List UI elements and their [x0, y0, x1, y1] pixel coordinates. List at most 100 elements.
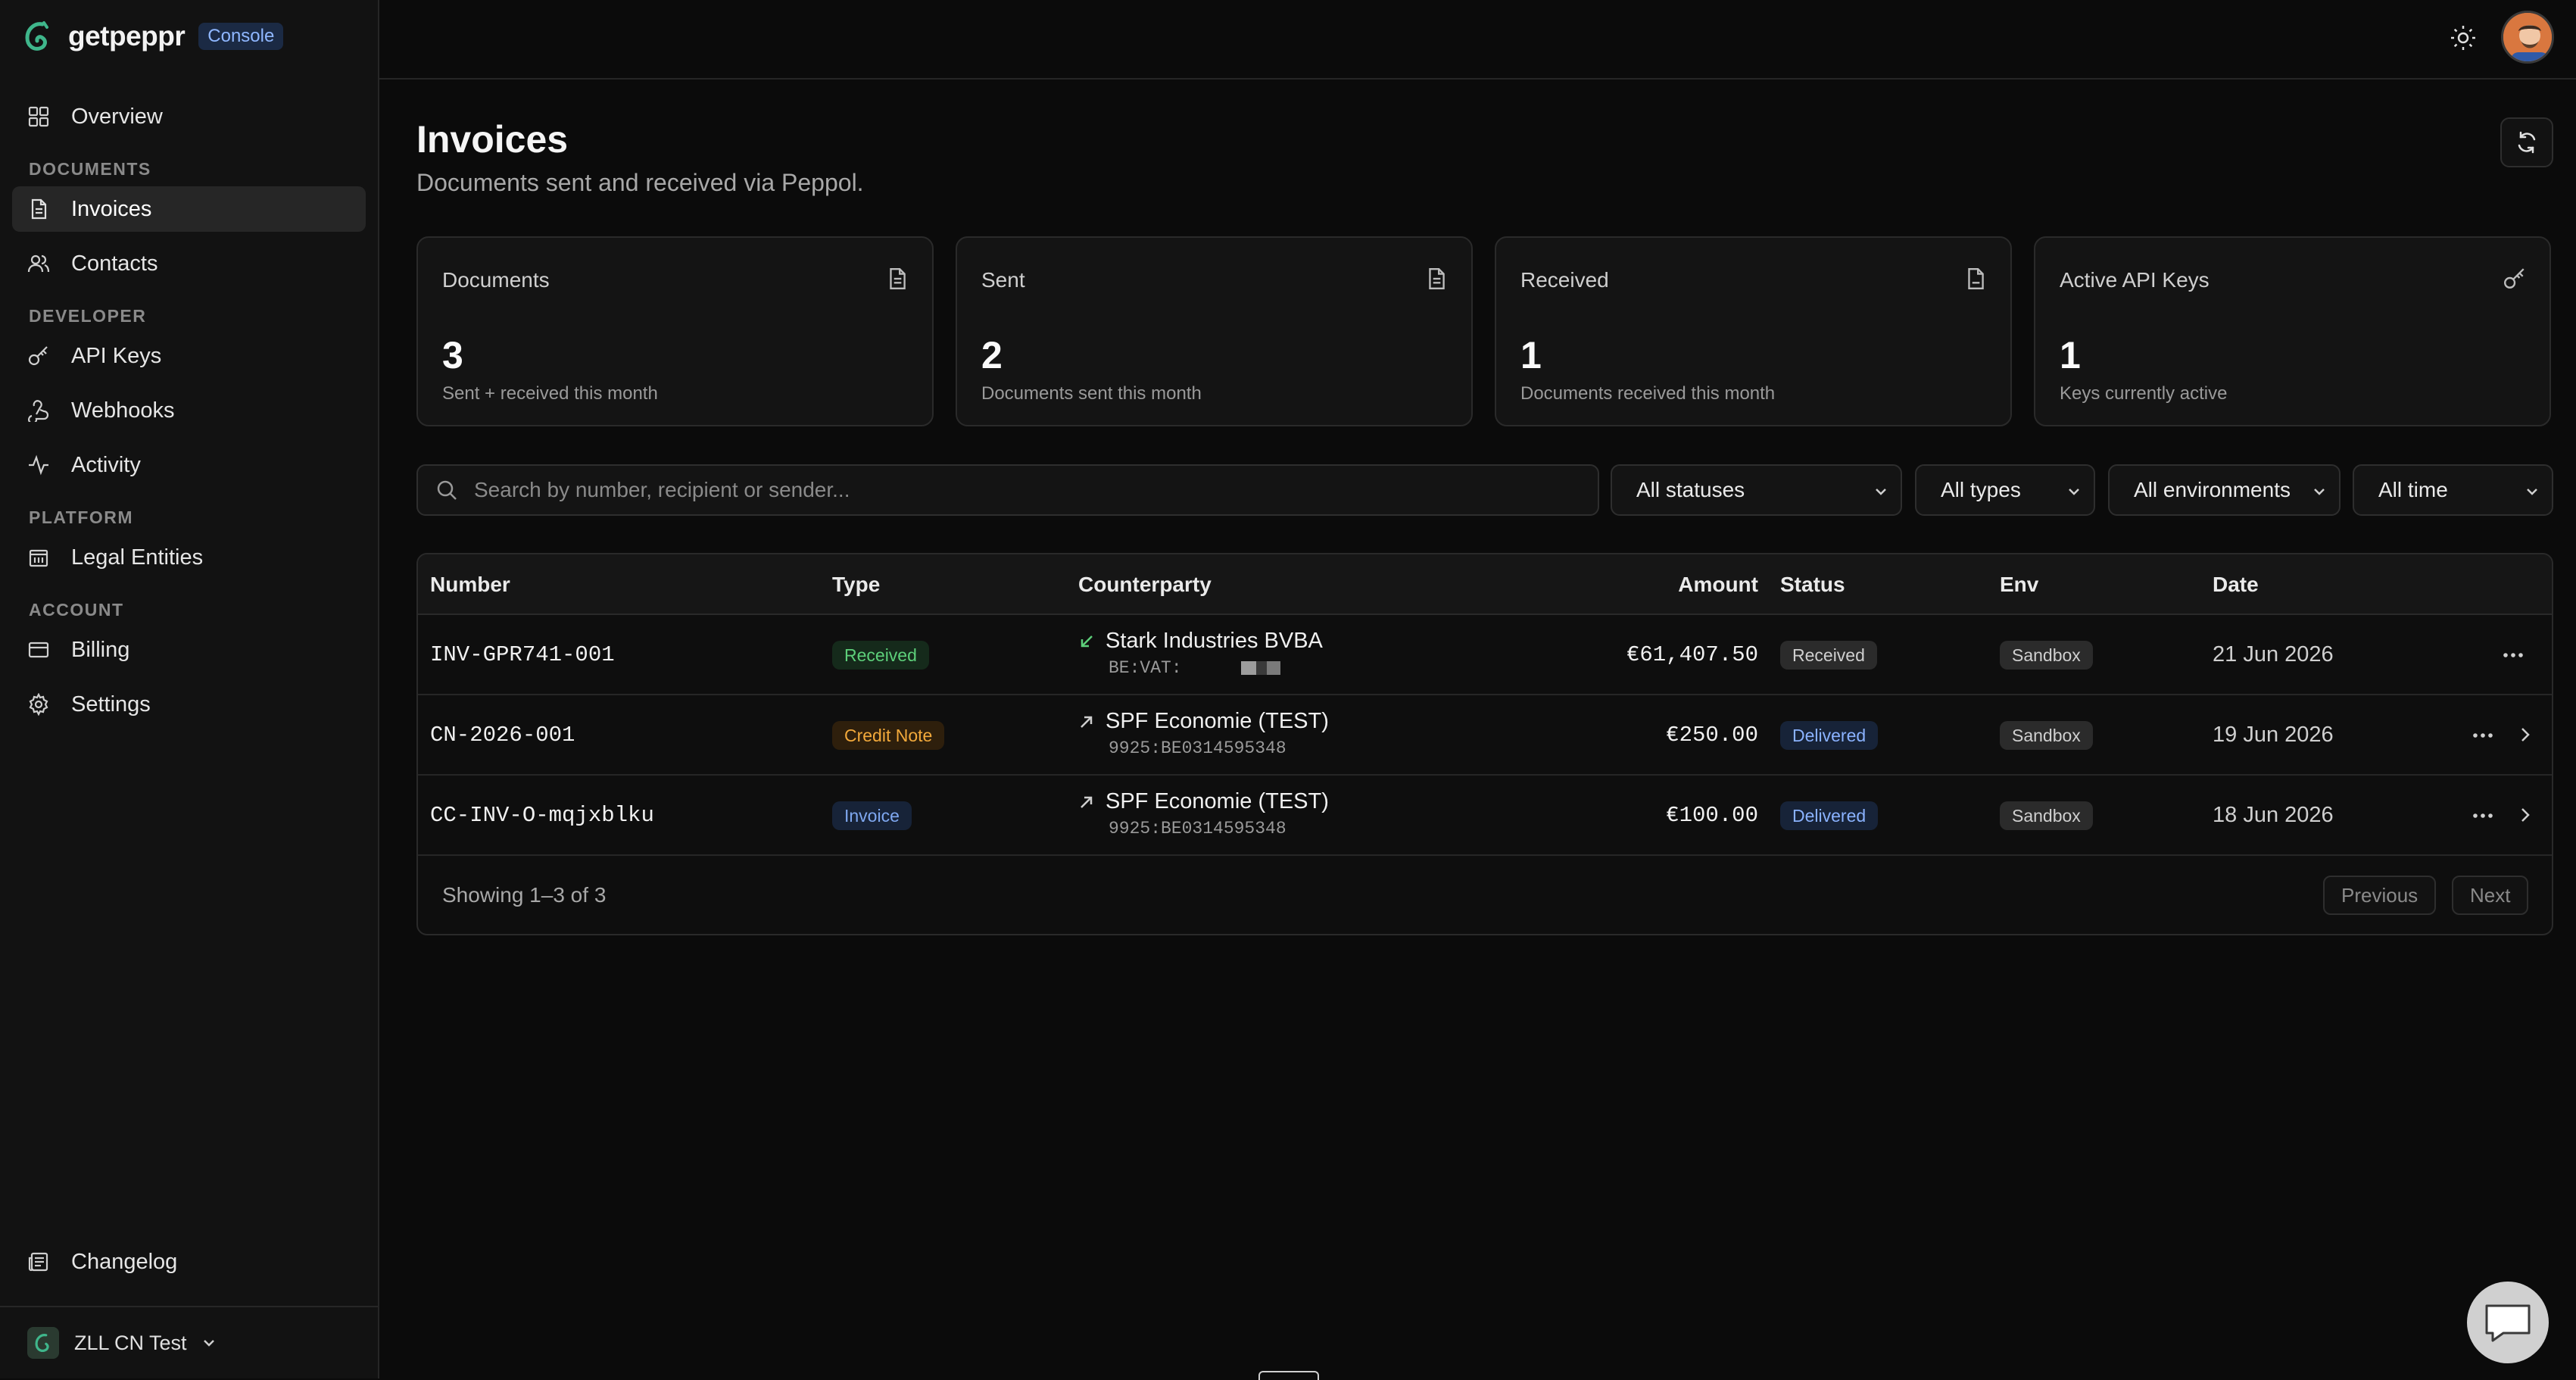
- stat-note: Keys currently active: [2060, 383, 2228, 404]
- counterparty-cell: SPF Economie (TEST) 9925:BE0314595348: [1078, 789, 1329, 838]
- env-badge: Sandbox: [2000, 801, 2093, 830]
- sun-icon[interactable]: [2448, 23, 2478, 53]
- newspaper-icon: [28, 1252, 48, 1272]
- sidebar-item-changelog[interactable]: Changelog: [12, 1239, 366, 1285]
- environment-filter-select[interactable]: All environments: [2108, 464, 2341, 516]
- stats-row: Documents 3 Sent + received this month S…: [416, 236, 2551, 426]
- avatar[interactable]: [2501, 11, 2554, 64]
- arrow-up-right-icon: [1081, 796, 1093, 808]
- status-badge: Received: [1780, 641, 1877, 670]
- console-badge: Console: [198, 23, 284, 50]
- column-header-status[interactable]: Status: [1780, 573, 1845, 597]
- column-header-type[interactable]: Type: [832, 573, 880, 597]
- type-badge: Invoice: [832, 801, 912, 830]
- org-switcher[interactable]: ZLL CN Test: [0, 1306, 378, 1378]
- stat-card-documents: Documents 3 Sent + received this month: [416, 236, 934, 426]
- next-button[interactable]: Next: [2452, 876, 2529, 915]
- stat-title: Received: [1520, 268, 1609, 292]
- stat-card-sent: Sent 2 Documents sent this month: [956, 236, 1473, 426]
- sidebar-item-billing[interactable]: Billing: [12, 627, 366, 673]
- sidebar-item-label: Invoices: [71, 196, 152, 221]
- sidebar-item-contacts[interactable]: Contacts: [12, 241, 366, 286]
- time-filter-value: All time: [2378, 478, 2448, 501]
- org-logo-icon: [27, 1327, 59, 1359]
- previous-button[interactable]: Previous: [2323, 876, 2437, 915]
- more-horizontal-icon[interactable]: [2500, 644, 2526, 667]
- env-badge: Sandbox: [2000, 641, 2093, 670]
- sidebar-item-label: Activity: [71, 452, 141, 477]
- table-row[interactable]: CC-INV-O-mqjxblku Invoice SPF Economie (…: [418, 776, 2552, 856]
- stat-value: 3: [442, 334, 463, 376]
- org-name: ZLL CN Test: [74, 1331, 187, 1354]
- column-header-counterparty[interactable]: Counterparty: [1078, 573, 1212, 597]
- date: 21 Jun 2026: [2213, 642, 2334, 667]
- page-title: Invoices: [416, 118, 569, 161]
- sidebar-item-webhooks[interactable]: Webhooks: [12, 388, 366, 433]
- status-filter-select[interactable]: All statuses: [1611, 464, 1902, 516]
- stat-title: Active API Keys: [2060, 268, 2210, 292]
- more-horizontal-icon[interactable]: [2470, 804, 2496, 827]
- arrow-down-left-icon: [1081, 635, 1093, 647]
- topbar: [379, 0, 2576, 80]
- filter-bar: All statuses All types All environments …: [416, 464, 2553, 516]
- stat-note: Documents sent this month: [981, 383, 1202, 404]
- column-header-amount[interactable]: Amount: [1678, 573, 1758, 597]
- search-input[interactable]: [474, 478, 1534, 502]
- document-icon: [1968, 268, 1984, 289]
- webhook-icon: [28, 400, 49, 422]
- time-filter-select[interactable]: All time: [2353, 464, 2553, 516]
- counterparty-name: Stark Industries BVBA: [1106, 629, 1323, 653]
- counterparty-id: 9925:BE0314595348: [1109, 738, 1286, 758]
- status-badge: Delivered: [1780, 801, 1879, 830]
- chevron-down-icon: [2314, 489, 2325, 495]
- chevron-down-icon: [2069, 489, 2079, 495]
- credit-card-icon: [28, 642, 49, 658]
- brand[interactable]: getpeppr Console: [0, 0, 378, 73]
- sidebar-item-settings[interactable]: Settings: [12, 682, 366, 727]
- section-account: ACCOUNT: [29, 600, 124, 620]
- sidebar-item-label: Billing: [71, 637, 130, 662]
- chevron-right-icon[interactable]: [2515, 804, 2535, 826]
- column-header-env[interactable]: Env: [2000, 573, 2038, 597]
- section-platform: PLATFORM: [29, 507, 134, 527]
- table-header: Number Type Counterparty Amount Status E…: [418, 554, 2552, 615]
- table-row[interactable]: CN-2026-001 Credit Note SPF Economie (TE…: [418, 695, 2552, 776]
- sidebar-item-label: Legal Entities: [71, 545, 204, 570]
- type-filter-select[interactable]: All types: [1915, 464, 2095, 516]
- sidebar-item-overview[interactable]: Overview: [12, 94, 366, 139]
- sidebar-item-api-keys[interactable]: API Keys: [12, 333, 366, 379]
- redacted-block: [1240, 661, 1256, 675]
- refresh-button[interactable]: [2500, 117, 2553, 167]
- key-icon: [28, 346, 48, 366]
- sidebar-item-legal-entities[interactable]: Legal Entities: [12, 535, 366, 580]
- stat-card-received: Received 1 Documents received this month: [1495, 236, 2012, 426]
- chat-launcher-button[interactable]: [2467, 1282, 2549, 1363]
- sidebar-item-label: Overview: [71, 104, 163, 129]
- table-row[interactable]: INV-GPR741-001 Received Stark Industries…: [418, 615, 2552, 695]
- amount: €100.00: [1666, 803, 1758, 828]
- building-icon: [29, 549, 48, 567]
- chevron-down-icon: [1876, 489, 1886, 495]
- stat-value: 2: [981, 334, 1003, 376]
- sidebar-footer: Changelog: [12, 1239, 366, 1294]
- search-box[interactable]: [416, 464, 1599, 516]
- column-header-date[interactable]: Date: [2213, 573, 2259, 597]
- document-icon: [890, 268, 906, 289]
- type-filter-value: All types: [1941, 478, 2021, 501]
- chevron-right-icon[interactable]: [2515, 724, 2535, 745]
- stat-title: Sent: [981, 268, 1025, 292]
- more-horizontal-icon[interactable]: [2470, 724, 2496, 747]
- counterparty-id: BE:VAT:: [1109, 658, 1182, 678]
- date: 19 Jun 2026: [2213, 723, 2334, 747]
- document-icon: [1429, 268, 1445, 289]
- sidebar-item-invoices[interactable]: Invoices: [12, 186, 366, 232]
- arrow-up-right-icon: [1081, 716, 1093, 728]
- invoice-number: CC-INV-O-mqjxblku: [430, 803, 654, 828]
- amount: €250.00: [1666, 723, 1758, 748]
- counterparty-name: SPF Economie (TEST): [1106, 789, 1329, 813]
- bottom-handle[interactable]: [1258, 1371, 1319, 1380]
- type-badge: Received: [832, 641, 929, 670]
- column-header-number[interactable]: Number: [430, 573, 510, 597]
- sidebar-item-activity[interactable]: Activity: [12, 442, 366, 488]
- chevron-down-icon: [203, 1340, 214, 1347]
